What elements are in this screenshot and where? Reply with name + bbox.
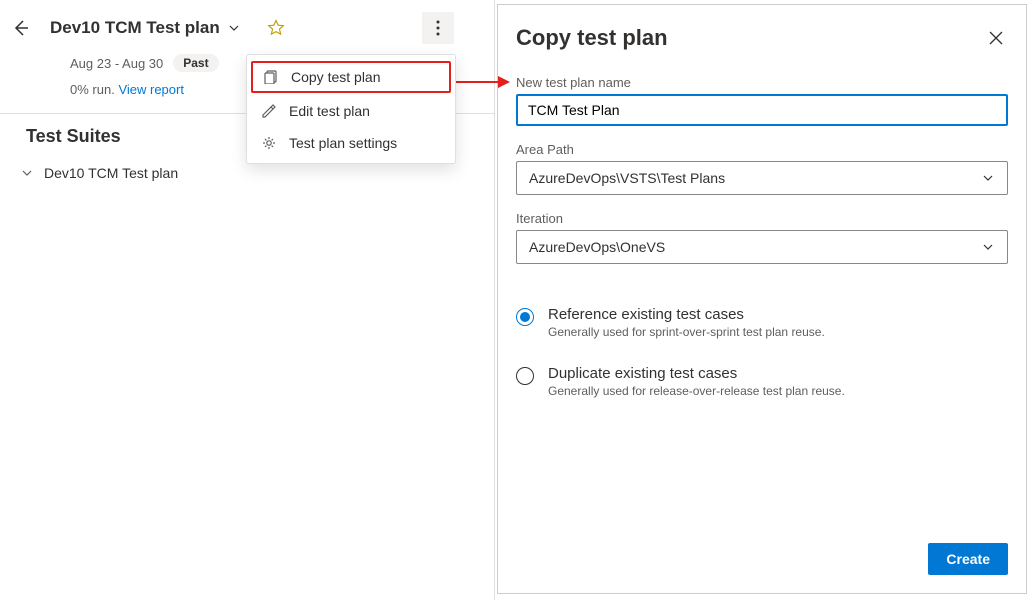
copy-icon [263, 69, 279, 85]
menu-item-copy-test-plan[interactable]: Copy test plan [251, 61, 451, 93]
radio-reference-existing[interactable]: Reference existing test cases Generally … [516, 306, 1008, 339]
area-path-dropdown[interactable]: AzureDevOps\VSTS\Test Plans [516, 161, 1008, 195]
panel-title: Copy test plan [516, 25, 668, 51]
area-path-value: AzureDevOps\VSTS\Test Plans [529, 170, 725, 186]
favorite-star-icon[interactable] [266, 18, 286, 38]
menu-label: Copy test plan [291, 69, 381, 85]
radio-icon [516, 367, 534, 385]
chevron-down-icon [228, 22, 240, 34]
test-plan-title: Dev10 TCM Test plan [50, 18, 220, 38]
close-button[interactable] [984, 26, 1008, 50]
radio-duplicate-existing[interactable]: Duplicate existing test cases Generally … [516, 365, 1008, 398]
back-arrow-icon[interactable] [10, 17, 32, 39]
gear-icon [261, 135, 277, 151]
menu-label: Test plan settings [289, 135, 397, 151]
test-plan-name-input[interactable] [516, 94, 1008, 126]
radio-label: Reference existing test cases [548, 306, 825, 323]
chevron-down-icon [981, 171, 995, 185]
tree-item[interactable]: Dev10 TCM Test plan [0, 161, 494, 185]
radio-help: Generally used for sprint-over-sprint te… [548, 325, 825, 339]
run-pct: 0% run. [70, 82, 115, 97]
iteration-label: Iteration [516, 211, 1008, 226]
test-plan-title-dropdown[interactable]: Dev10 TCM Test plan [42, 14, 248, 42]
status-badge: Past [173, 54, 218, 72]
header-row: Dev10 TCM Test plan [0, 8, 494, 44]
menu-label: Edit test plan [289, 103, 370, 119]
create-button[interactable]: Create [928, 543, 1008, 575]
panel-header: Copy test plan [516, 25, 1008, 51]
edit-icon [261, 103, 277, 119]
name-label: New test plan name [516, 75, 1008, 90]
radio-help: Generally used for release-over-release … [548, 384, 845, 398]
menu-item-test-plan-settings[interactable]: Test plan settings [247, 127, 455, 159]
area-path-label: Area Path [516, 142, 1008, 157]
more-options-button[interactable] [422, 12, 454, 44]
chevron-down-icon [981, 240, 995, 254]
chevron-down-icon[interactable] [20, 166, 34, 180]
context-menu: Copy test plan Edit test plan Test plan … [246, 54, 456, 164]
view-report-link[interactable]: View report [118, 82, 184, 97]
panel-footer: Create [516, 543, 1008, 575]
radio-group: Reference existing test cases Generally … [516, 306, 1008, 424]
radio-label: Duplicate existing test cases [548, 365, 845, 382]
radio-icon [516, 308, 534, 326]
menu-item-edit-test-plan[interactable]: Edit test plan [247, 95, 455, 127]
iteration-dropdown[interactable]: AzureDevOps\OneVS [516, 230, 1008, 264]
date-range: Aug 23 - Aug 30 [70, 56, 163, 71]
tree-item-label: Dev10 TCM Test plan [44, 165, 178, 181]
iteration-value: AzureDevOps\OneVS [529, 239, 665, 255]
copy-test-plan-panel: Copy test plan New test plan name Area P… [497, 4, 1027, 594]
